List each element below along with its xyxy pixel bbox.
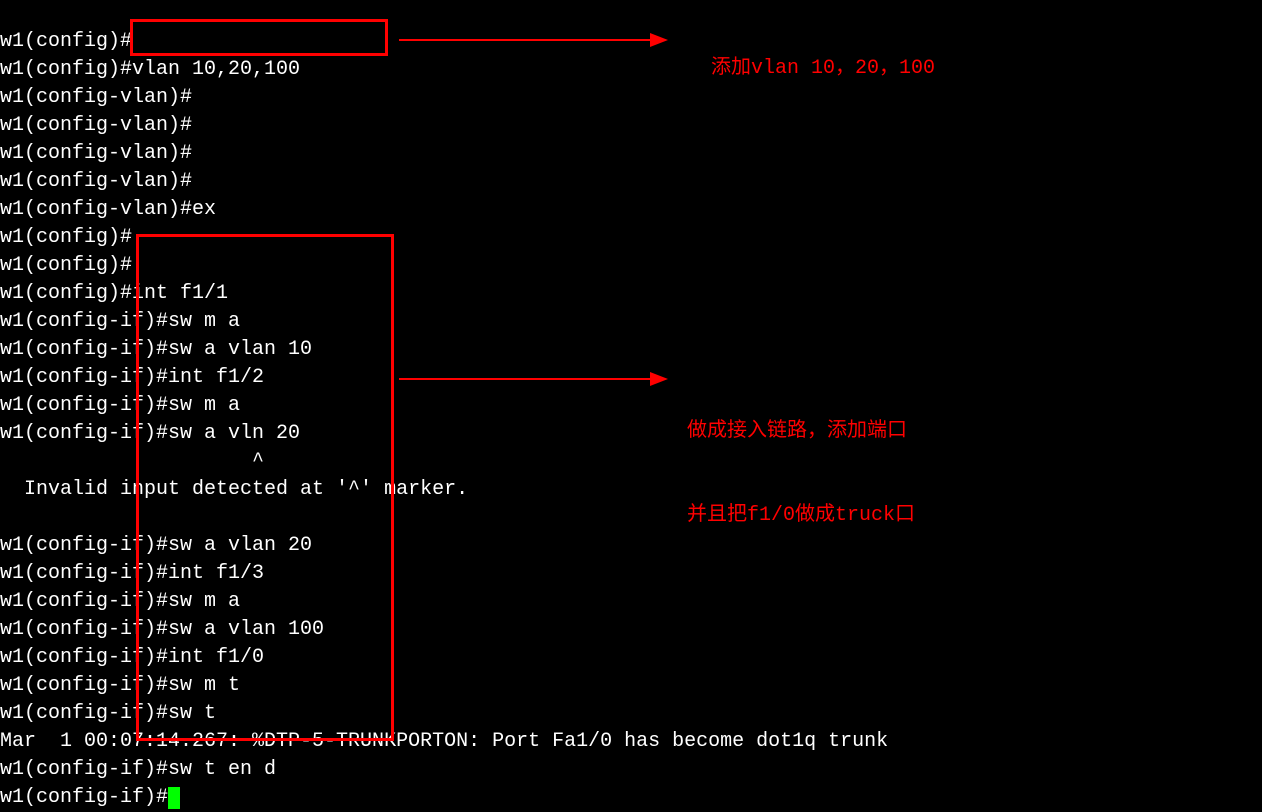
terminal-line: w1(config-vlan)# — [0, 142, 192, 165]
annotation-line: 做成接入链路，添加端口 — [687, 418, 915, 446]
annotation-text: 做成接入链路，添加端口 并且把f1/0做成truck口 — [687, 362, 915, 558]
annotation-text: 添加vlan 10，20，100 — [687, 27, 935, 83]
terminal-line: w1(config)# — [0, 30, 132, 53]
terminal-line: w1(config-vlan)#ex — [0, 198, 216, 221]
terminal-line: w1(config-if)#sw a vlan 20 — [0, 534, 312, 557]
terminal-line: w1(config-if)#sw m a — [0, 590, 240, 613]
terminal-line: w1(config-vlan)# — [0, 86, 192, 109]
terminal-line: w1(config-vlan)# — [0, 170, 192, 193]
terminal-line: w1(config-if)#int f1/2 — [0, 366, 264, 389]
terminal-line: w1(config-if)# — [0, 786, 168, 809]
terminal-prompt-line[interactable]: w1(config-if)# — [0, 786, 180, 809]
terminal-line: w1(config)# — [0, 226, 132, 249]
terminal-line: w1(config-if)#sw a vlan 10 — [0, 338, 312, 361]
terminal-line: w1(config-if)#sw m t — [0, 674, 240, 697]
terminal-line: w1(config-vlan)# — [0, 114, 192, 137]
terminal-line: Invalid input detected at '^' marker. — [0, 478, 468, 501]
terminal-line: w1(config)#vlan 10,20,100 — [0, 58, 300, 81]
terminal-line: w1(config-if)#int f1/3 — [0, 562, 264, 585]
cursor-icon — [168, 787, 180, 809]
terminal-line: w1(config-if)#sw m a — [0, 310, 240, 333]
terminal-line: w1(config-if)#sw t — [0, 702, 216, 725]
terminal-line: Mar 1 00:07:14.267: %DTP-5-TRUNKPORTON: … — [0, 730, 888, 753]
terminal-line: w1(config)#int f1/1 — [0, 282, 228, 305]
annotation-line: 并且把f1/0做成truck口 — [687, 502, 915, 530]
terminal-line: w1(config-if)#int f1/0 — [0, 646, 264, 669]
terminal-line: w1(config-if)#sw t en d — [0, 758, 276, 781]
terminal-line: ^ — [0, 450, 264, 473]
terminal-line: w1(config-if)#sw a vln 20 — [0, 422, 300, 445]
terminal-line: w1(config)# — [0, 254, 132, 277]
terminal-line: w1(config-if)#sw a vlan 100 — [0, 618, 324, 641]
annotation-line: 添加vlan 10，20，100 — [711, 57, 935, 80]
terminal-line: w1(config-if)#sw m a — [0, 394, 240, 417]
